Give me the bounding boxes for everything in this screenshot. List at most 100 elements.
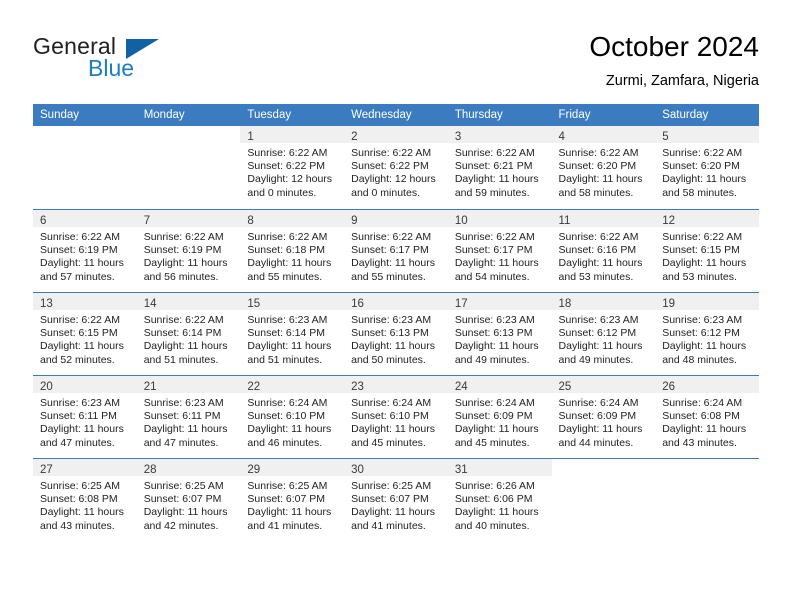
day-number: 4	[558, 131, 565, 143]
weekday-header-saturday: Saturday	[655, 104, 759, 126]
day-cell-inner: 18 Sunrise: 6:23 AM Sunset: 6:12 PM Dayligh…	[551, 292, 656, 375]
day-number: 15	[247, 298, 261, 310]
day-cell-inner: 16 Sunrise: 6:23 AM Sunset: 6:13 PM Dayligh…	[344, 292, 448, 375]
day-number-bar: 6	[33, 210, 137, 227]
daylight-text: Daylight: 11 hours and 54 minutes.	[454, 257, 539, 283]
daylight-text: Daylight: 11 hours and 47 minutes.	[143, 423, 228, 449]
calendar-day-cell[interactable]: 31 Sunrise: 6:26 AM Sunset: 6:06 PM Dayligh…	[447, 458, 552, 541]
day-cell-inner: 23 Sunrise: 6:24 AM Sunset: 6:10 PM Dayligh…	[344, 375, 448, 458]
day-number-bar: 9	[344, 210, 448, 227]
calendar-cell-empty	[33, 126, 137, 209]
sunrise-text: Sunrise: 6:24 AM	[247, 397, 328, 409]
day-number-bar: 8	[240, 210, 345, 227]
calendar-day-cell[interactable]: 6 Sunrise: 6:22 AM Sunset: 6:19 PM Daylight…	[33, 209, 137, 292]
weekday-header-wednesday: Wednesday	[344, 104, 448, 126]
day-details: Sunrise: 6:24 AM Sunset: 6:10 PM Daylight:…	[344, 393, 448, 450]
day-details: Sunrise: 6:22 AM Sunset: 6:14 PM Daylight:…	[137, 310, 241, 367]
day-number-bar	[655, 459, 759, 476]
day-details: Sunrise: 6:22 AM Sunset: 6:22 PM Daylight:…	[240, 143, 344, 200]
calendar-day-cell[interactable]: 10 Sunrise: 6:22 AM Sunset: 6:17 PM Dayligh…	[447, 209, 552, 292]
calendar-day-cell[interactable]: 14 Sunrise: 6:22 AM Sunset: 6:14 PM Dayligh…	[136, 292, 241, 375]
sunset-text: Sunset: 6:10 PM	[351, 410, 429, 423]
calendar-day-cell[interactable]: 11 Sunrise: 6:22 AM Sunset: 6:16 PM Dayligh…	[551, 209, 656, 292]
calendar-day-cell[interactable]: 16 Sunrise: 6:23 AM Sunset: 6:13 PM Dayligh…	[344, 292, 448, 375]
calendar-day-cell[interactable]: 18 Sunrise: 6:23 AM Sunset: 6:12 PM Dayligh…	[551, 292, 656, 375]
sunrise-text: Sunrise: 6:22 AM	[558, 231, 639, 243]
sunrise-text: Sunrise: 6:22 AM	[454, 147, 535, 159]
calendar-day-cell[interactable]: 8 Sunrise: 6:22 AM Sunset: 6:18 PM Daylight…	[240, 209, 345, 292]
calendar-day-cell[interactable]: 30 Sunrise: 6:25 AM Sunset: 6:07 PM Dayligh…	[344, 458, 448, 541]
calendar-week-row: 27 Sunrise: 6:25 AM Sunset: 6:08 PM Dayligh…	[33, 458, 759, 541]
day-cell-inner: 12 Sunrise: 6:22 AM Sunset: 6:15 PM Dayligh…	[655, 209, 759, 292]
calendar-day-cell[interactable]: 25 Sunrise: 6:24 AM Sunset: 6:09 PM Dayligh…	[551, 375, 656, 458]
calendar-day-cell[interactable]: 9 Sunrise: 6:22 AM Sunset: 6:17 PM Daylight…	[344, 209, 448, 292]
daylight-text: Daylight: 11 hours and 43 minutes.	[40, 506, 124, 532]
sunrise-text: Sunrise: 6:26 AM	[454, 480, 535, 492]
calendar-day-cell[interactable]: 29 Sunrise: 6:25 AM Sunset: 6:07 PM Dayligh…	[240, 458, 345, 541]
sunset-text: Sunset: 6:18 PM	[247, 244, 326, 257]
calendar-day-cell[interactable]: 19 Sunrise: 6:23 AM Sunset: 6:12 PM Dayligh…	[655, 292, 759, 375]
day-cell-inner: 14 Sunrise: 6:22 AM Sunset: 6:14 PM Dayligh…	[136, 292, 241, 375]
daylight-text: Daylight: 11 hours and 58 minutes.	[558, 173, 643, 199]
day-number: 11	[558, 215, 571, 227]
daylight-text: Daylight: 11 hours and 52 minutes.	[40, 340, 124, 366]
calendar-day-cell[interactable]: 7 Sunrise: 6:22 AM Sunset: 6:19 PM Daylight…	[136, 209, 241, 292]
calendar-day-cell[interactable]: 3 Sunrise: 6:22 AM Sunset: 6:21 PM Daylight…	[447, 126, 552, 209]
daylight-text: Daylight: 11 hours and 51 minutes.	[247, 340, 332, 366]
day-cell-inner: 25 Sunrise: 6:24 AM Sunset: 6:09 PM Dayligh…	[551, 375, 656, 458]
calendar-day-cell[interactable]: 1 Sunrise: 6:22 AM Sunset: 6:22 PM Daylight…	[240, 126, 345, 209]
sunset-text: Sunset: 6:17 PM	[454, 244, 533, 257]
weekday-header-thursday: Thursday	[447, 104, 552, 126]
calendar-day-cell[interactable]: 20 Sunrise: 6:23 AM Sunset: 6:11 PM Dayligh…	[33, 375, 137, 458]
day-number-bar: 23	[344, 376, 448, 393]
brand-logo[interactable]: General Blue	[33, 33, 253, 89]
day-details: Sunrise: 6:23 AM Sunset: 6:11 PM Daylight:…	[33, 393, 137, 450]
calendar-day-cell[interactable]: 27 Sunrise: 6:25 AM Sunset: 6:08 PM Dayligh…	[33, 458, 137, 541]
sunrise-text: Sunrise: 6:25 AM	[351, 480, 432, 492]
daylight-text: Daylight: 11 hours and 41 minutes.	[247, 506, 332, 532]
sunset-text: Sunset: 6:08 PM	[40, 493, 118, 506]
sunrise-text: Sunrise: 6:22 AM	[558, 147, 639, 159]
daylight-text: Daylight: 11 hours and 42 minutes.	[143, 506, 228, 532]
day-number: 23	[351, 381, 364, 393]
day-number-bar: 31	[447, 459, 552, 476]
calendar-day-cell[interactable]: 28 Sunrise: 6:25 AM Sunset: 6:07 PM Dayligh…	[136, 458, 241, 541]
calendar-day-cell[interactable]: 12 Sunrise: 6:22 AM Sunset: 6:15 PM Dayligh…	[655, 209, 759, 292]
sunset-text: Sunset: 6:07 PM	[247, 493, 326, 506]
day-details: Sunrise: 6:22 AM Sunset: 6:17 PM Daylight:…	[448, 227, 552, 284]
day-number-bar: 22	[240, 376, 345, 393]
day-details: Sunrise: 6:22 AM Sunset: 6:19 PM Daylight:…	[137, 227, 241, 284]
day-cell-inner: 28 Sunrise: 6:25 AM Sunset: 6:07 PM Dayligh…	[136, 458, 241, 541]
calendar-day-cell[interactable]: 23 Sunrise: 6:24 AM Sunset: 6:10 PM Dayligh…	[344, 375, 448, 458]
calendar-day-cell[interactable]: 4 Sunrise: 6:22 AM Sunset: 6:20 PM Daylight…	[551, 126, 656, 209]
calendar-day-cell[interactable]: 5 Sunrise: 6:22 AM Sunset: 6:20 PM Daylight…	[655, 126, 759, 209]
day-details: Sunrise: 6:24 AM Sunset: 6:09 PM Daylight:…	[448, 393, 552, 450]
day-number: 9	[351, 215, 358, 227]
day-details: Sunrise: 6:23 AM Sunset: 6:14 PM Daylight:…	[240, 310, 344, 367]
calendar-day-cell[interactable]: 17 Sunrise: 6:23 AM Sunset: 6:13 PM Dayligh…	[447, 292, 552, 375]
brand-name-blue: Blue	[88, 55, 135, 81]
sunrise-text: Sunrise: 6:22 AM	[247, 147, 328, 159]
day-cell-inner	[136, 126, 241, 209]
calendar-day-cell[interactable]: 21 Sunrise: 6:23 AM Sunset: 6:11 PM Dayligh…	[136, 375, 241, 458]
day-cell-inner: 8 Sunrise: 6:22 AM Sunset: 6:18 PM Daylight…	[240, 209, 345, 292]
day-details: Sunrise: 6:22 AM Sunset: 6:18 PM Daylight:…	[240, 227, 344, 284]
calendar-day-cell[interactable]: 22 Sunrise: 6:24 AM Sunset: 6:10 PM Dayligh…	[240, 375, 345, 458]
calendar-day-cell[interactable]: 24 Sunrise: 6:24 AM Sunset: 6:09 PM Dayligh…	[447, 375, 552, 458]
daylight-text: Daylight: 11 hours and 51 minutes.	[143, 340, 228, 366]
day-details: Sunrise: 6:25 AM Sunset: 6:08 PM Daylight:…	[33, 476, 137, 533]
day-number: 19	[662, 298, 676, 310]
day-number: 1	[247, 131, 254, 143]
calendar-day-cell[interactable]: 2 Sunrise: 6:22 AM Sunset: 6:22 PM Daylight…	[344, 126, 448, 209]
sunrise-text: Sunrise: 6:25 AM	[247, 480, 328, 492]
day-details: Sunrise: 6:22 AM Sunset: 6:15 PM Daylight:…	[33, 310, 137, 367]
calendar-day-cell[interactable]: 26 Sunrise: 6:24 AM Sunset: 6:08 PM Dayligh…	[655, 375, 759, 458]
day-details: Sunrise: 6:23 AM Sunset: 6:11 PM Daylight:…	[137, 393, 241, 450]
calendar-day-cell[interactable]: 13 Sunrise: 6:22 AM Sunset: 6:15 PM Dayligh…	[33, 292, 137, 375]
calendar-cell-empty	[551, 458, 656, 541]
day-number: 6	[40, 215, 47, 227]
weekday-header-friday: Friday	[551, 104, 656, 126]
day-number-bar: 29	[240, 459, 345, 476]
calendar-day-cell[interactable]: 15 Sunrise: 6:23 AM Sunset: 6:14 PM Dayligh…	[240, 292, 345, 375]
sunrise-text: Sunrise: 6:23 AM	[40, 397, 120, 409]
